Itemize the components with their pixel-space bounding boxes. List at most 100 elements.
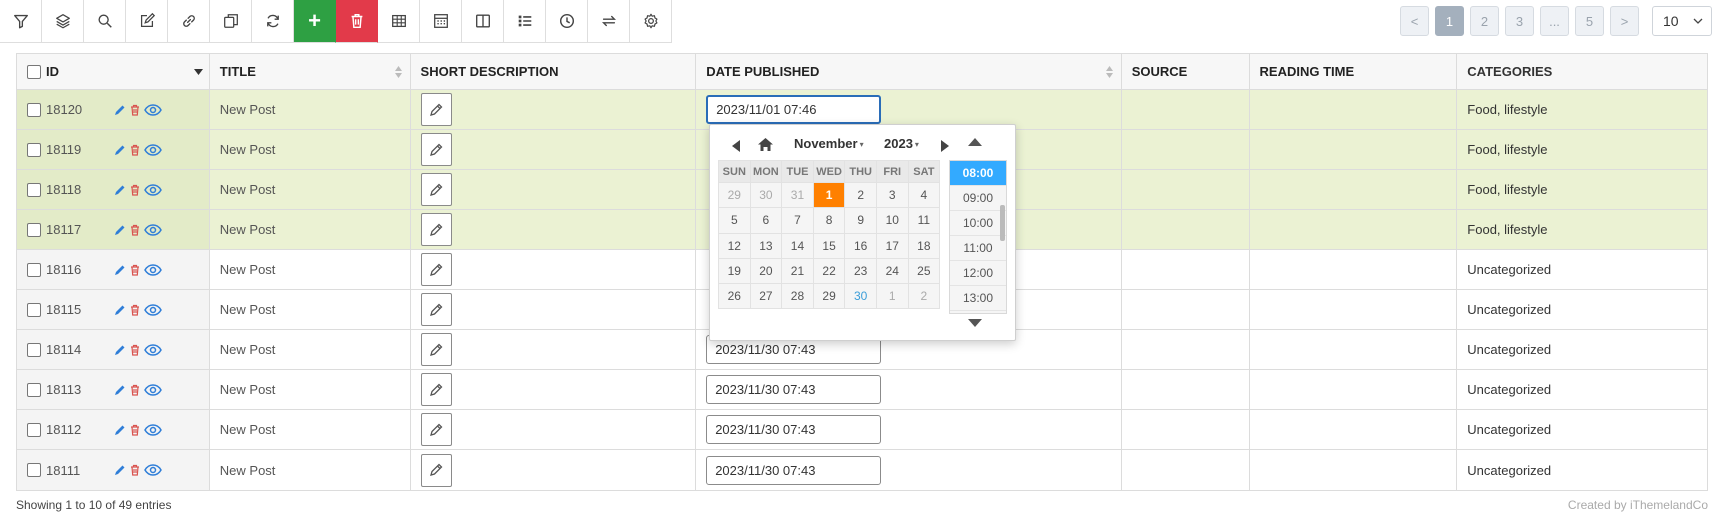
reading-time-cell[interactable] — [1249, 130, 1458, 169]
edit-description-button[interactable] — [420, 293, 452, 326]
next-page-button[interactable]: > — [1610, 6, 1639, 36]
title-cell[interactable]: New Post — [209, 130, 411, 169]
page-1-button[interactable]: 1 — [1435, 6, 1464, 36]
calendar-day[interactable]: 10 — [875, 207, 909, 234]
link-button[interactable] — [168, 0, 210, 43]
calendar-day[interactable]: 11 — [907, 207, 941, 234]
calendar-day[interactable]: 8 — [812, 207, 846, 234]
title-cell[interactable]: New Post — [210, 330, 411, 369]
home-icon[interactable] — [758, 138, 773, 151]
source-cell[interactable] — [1122, 250, 1250, 289]
calendar-day[interactable]: 6 — [749, 207, 783, 234]
calendar-day[interactable]: 29 — [718, 181, 751, 209]
eye-icon[interactable] — [144, 223, 162, 236]
trash-icon[interactable] — [130, 464, 140, 476]
row-checkbox[interactable] — [27, 142, 41, 157]
reading-time-cell[interactable] — [1250, 250, 1458, 289]
eye-icon[interactable] — [144, 343, 162, 356]
month-select[interactable]: November ▾ — [794, 136, 864, 151]
source-cell[interactable] — [1122, 370, 1250, 409]
settings-button[interactable] — [630, 0, 672, 43]
source-cell[interactable] — [1121, 130, 1250, 169]
trash-icon[interactable] — [130, 344, 140, 356]
filter-button[interactable] — [0, 0, 42, 43]
trash-icon[interactable] — [130, 304, 140, 316]
page-2-button[interactable]: 2 — [1470, 6, 1499, 36]
eye-icon[interactable] — [144, 263, 162, 276]
prev-page-button[interactable]: < — [1400, 6, 1429, 36]
reading-time-cell[interactable] — [1250, 290, 1458, 329]
history-button[interactable] — [546, 0, 588, 43]
calendar-day[interactable]: 22 — [812, 257, 846, 285]
calendar-day[interactable]: 14 — [781, 232, 814, 259]
source-cell[interactable] — [1121, 170, 1250, 209]
calendar-day[interactable]: 3 — [875, 181, 909, 209]
time-option[interactable]: 11:00 — [950, 236, 1006, 261]
row-checkbox[interactable] — [27, 222, 41, 237]
categories-cell[interactable]: Food, lifestyle — [1457, 130, 1707, 169]
categories-cell[interactable]: Uncategorized — [1457, 370, 1707, 409]
trash-icon[interactable] — [130, 224, 140, 236]
edit-description-button[interactable] — [420, 253, 452, 286]
categories-cell[interactable]: Uncategorized — [1457, 250, 1707, 289]
reading-time-cell[interactable] — [1250, 410, 1458, 449]
trash-icon[interactable] — [130, 184, 140, 196]
categories-cell[interactable]: Food, lifestyle — [1457, 210, 1707, 249]
categories-cell[interactable]: Uncategorized — [1457, 450, 1707, 490]
row-checkbox[interactable] — [27, 382, 41, 397]
add-button[interactable]: + — [294, 0, 336, 43]
calendar-day[interactable]: 2 — [844, 181, 877, 209]
categories-cell[interactable]: Uncategorized — [1457, 290, 1707, 329]
edit-description-button[interactable] — [420, 133, 452, 166]
pencil-icon[interactable] — [114, 464, 126, 476]
calculator-button[interactable] — [420, 0, 462, 43]
edit-description-button[interactable] — [420, 213, 452, 246]
calendar-day[interactable]: 13 — [749, 232, 783, 259]
row-checkbox[interactable] — [27, 342, 41, 357]
date-published-input[interactable]: 2023/11/30 07:43 — [706, 415, 882, 444]
calendar-day[interactable]: 12 — [718, 232, 751, 259]
pencil-icon[interactable] — [114, 384, 126, 396]
reading-time-cell[interactable] — [1250, 330, 1458, 369]
calendar-day[interactable]: 27 — [749, 283, 783, 310]
next-month-icon[interactable] — [941, 140, 949, 152]
source-cell[interactable] — [1122, 450, 1250, 490]
row-checkbox[interactable] — [27, 302, 41, 317]
time-scroll-up-icon[interactable] — [968, 138, 982, 146]
time-scrollbar[interactable] — [1000, 205, 1005, 241]
calendar-day-today[interactable]: 30 — [844, 283, 877, 310]
calendar-day[interactable]: 19 — [718, 257, 751, 285]
title-cell[interactable]: New Post — [209, 170, 411, 209]
header-short-description[interactable]: SHORT DESCRIPTION — [411, 54, 697, 89]
categories-cell[interactable]: Uncategorized — [1457, 330, 1707, 369]
page-3-button[interactable]: 3 — [1505, 6, 1534, 36]
row-checkbox[interactable] — [27, 463, 41, 477]
source-cell[interactable] — [1121, 90, 1250, 129]
time-option[interactable]: 10:00 — [950, 211, 1006, 236]
layers-button[interactable] — [42, 0, 84, 43]
pencil-icon[interactable] — [114, 144, 126, 156]
edit-description-button[interactable] — [420, 93, 452, 126]
eye-icon[interactable] — [144, 383, 162, 396]
eye-icon[interactable] — [144, 103, 162, 116]
calendar-day[interactable]: 29 — [812, 283, 846, 310]
calendar-day[interactable]: 28 — [781, 283, 814, 310]
calendar-day[interactable]: 15 — [812, 232, 846, 259]
title-cell[interactable]: New Post — [210, 450, 411, 490]
categories-cell[interactable]: Food, lifestyle — [1457, 90, 1707, 129]
calendar-day[interactable]: 17 — [875, 232, 909, 259]
duplicate-button[interactable] — [210, 0, 252, 43]
edit-description-button[interactable] — [420, 333, 452, 366]
swap-button[interactable] — [588, 0, 630, 43]
calendar-day[interactable]: 31 — [781, 181, 814, 209]
search-button[interactable] — [84, 0, 126, 43]
time-option[interactable]: 09:00 — [950, 186, 1006, 211]
eye-icon[interactable] — [144, 303, 162, 316]
time-option-selected[interactable]: 08:00 — [950, 161, 1006, 186]
title-cell[interactable]: New Post — [210, 370, 411, 409]
pencil-icon[interactable] — [114, 184, 126, 196]
trash-icon[interactable] — [130, 104, 140, 116]
header-id[interactable]: ID — [17, 54, 210, 89]
source-cell[interactable] — [1122, 410, 1250, 449]
calendar-day[interactable]: 1 — [875, 283, 909, 310]
